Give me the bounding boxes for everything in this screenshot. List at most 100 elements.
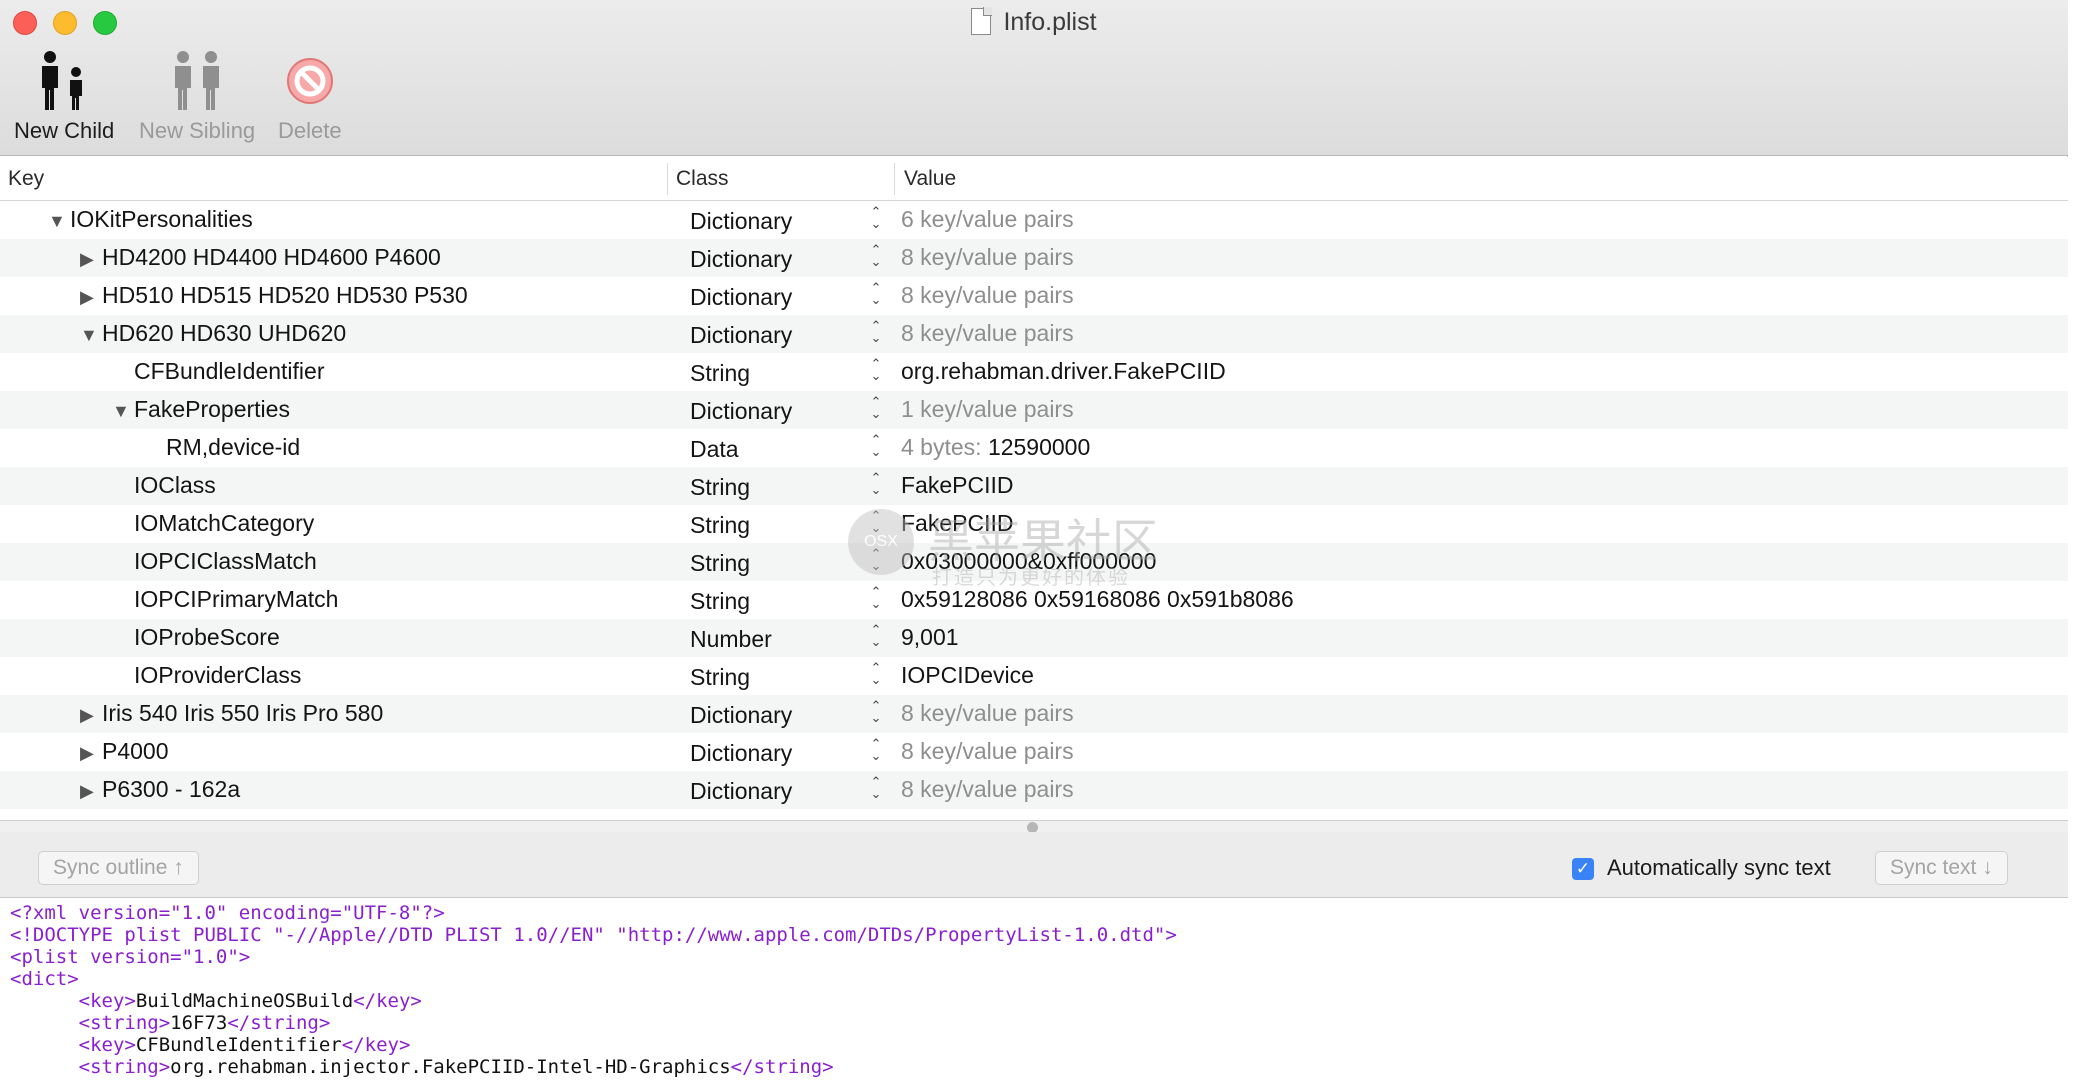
auto-sync-checkbox[interactable]: ✓ xyxy=(1572,858,1594,880)
row-class[interactable]: Dictionary xyxy=(690,246,792,273)
row-value[interactable]: 8 key/value pairs xyxy=(901,244,1074,271)
class-popup-chevron-icon[interactable]: ⌃ ⌄ xyxy=(868,205,884,234)
outline-row[interactable]: IOPCIPrimaryMatch String ⌃ ⌄ 0x59128086 0x59… xyxy=(0,581,2068,619)
delete-button[interactable]: Delete xyxy=(278,50,342,144)
row-class[interactable]: Dictionary xyxy=(690,322,792,349)
class-popup-chevron-icon[interactable]: ⌃ ⌄ xyxy=(868,775,884,804)
row-key[interactable]: CFBundleIdentifier xyxy=(112,358,325,385)
value-column-header[interactable]: Value xyxy=(904,167,956,191)
row-class[interactable]: Dictionary xyxy=(690,208,792,235)
row-class[interactable]: Dictionary xyxy=(690,702,792,729)
new-sibling-button[interactable]: New Sibling xyxy=(139,50,255,144)
row-key[interactable]: ▶ Iris 540 Iris 550 Iris Pro 580 xyxy=(80,700,383,727)
row-value[interactable]: 8 key/value pairs xyxy=(901,700,1074,727)
row-key[interactable]: IOProbeScore xyxy=(112,624,280,651)
outline-row[interactable]: ▶ Iris 540 Iris 550 Iris Pro 580 Dictionar… xyxy=(0,695,2068,733)
disclosure-collapsed-icon[interactable]: ▶ xyxy=(80,781,102,802)
column-divider[interactable] xyxy=(894,163,895,195)
row-key[interactable]: IOProviderClass xyxy=(112,662,301,689)
row-key[interactable]: ▶ P4000 xyxy=(80,738,169,765)
class-popup-chevron-icon[interactable]: ⌃ ⌄ xyxy=(868,585,884,614)
class-popup-chevron-icon[interactable]: ⌃ ⌄ xyxy=(868,357,884,386)
class-popup-chevron-icon[interactable]: ⌃ ⌄ xyxy=(868,281,884,310)
key-column-header[interactable]: Key xyxy=(8,167,44,191)
row-class[interactable]: Dictionary xyxy=(690,740,792,767)
auto-sync-label[interactable]: Automatically sync text xyxy=(1607,855,1831,881)
outline-row[interactable]: CFBundleIdentifier String ⌃ ⌄ org.rehabman.d… xyxy=(0,353,2068,391)
class-popup-chevron-icon[interactable]: ⌃ ⌄ xyxy=(868,319,884,348)
sync-text-button[interactable]: Sync text ↓ xyxy=(1875,851,2008,885)
row-key[interactable]: IOPCIClassMatch xyxy=(112,548,317,575)
outline-row[interactable]: ▶ P6300 - 162a Dictionary ⌃ ⌄ 8 key/value pai… xyxy=(0,771,2068,809)
outline-row[interactable]: RM,device-id Data ⌃ ⌄ 4 bytes: 12590000 xyxy=(0,429,2068,467)
class-popup-chevron-icon[interactable]: ⌃ ⌄ xyxy=(868,623,884,652)
outline-row[interactable]: IOMatchCategory String ⌃ ⌄ FakePCIID xyxy=(0,505,2068,543)
row-value[interactable]: FakePCIID xyxy=(901,510,1013,537)
disclosure-expanded-icon[interactable]: ▼ xyxy=(48,211,70,232)
row-key[interactable]: IOClass xyxy=(112,472,216,499)
outline-row[interactable]: IOPCIClassMatch String ⌃ ⌄ 0x03000000&0xff00… xyxy=(0,543,2068,581)
row-class[interactable]: Dictionary xyxy=(690,398,792,425)
row-key[interactable]: ▼ HD620 HD630 UHD620 xyxy=(80,320,346,347)
row-value[interactable]: FakePCIID xyxy=(901,472,1013,499)
row-key[interactable]: ▼ FakeProperties xyxy=(112,396,290,423)
row-value[interactable]: 0x59128086 0x59168086 0x591b8086 xyxy=(901,586,1294,613)
row-key[interactable]: ▶ P6300 - 162a xyxy=(80,776,240,803)
outline-row[interactable]: IOProbeScore Number ⌃ ⌄ 9,001 xyxy=(0,619,2068,657)
row-value[interactable]: 8 key/value pairs xyxy=(901,282,1074,309)
disclosure-collapsed-icon[interactable]: ▶ xyxy=(80,743,102,764)
outline-row[interactable]: IOClass String ⌃ ⌄ FakePCIID xyxy=(0,467,2068,505)
class-popup-chevron-icon[interactable]: ⌃ ⌄ xyxy=(868,661,884,690)
row-value[interactable]: 8 key/value pairs xyxy=(901,738,1074,765)
row-class[interactable]: String xyxy=(690,664,750,691)
outline-row[interactable]: ▶ HD510 HD515 HD520 HD530 P530 Dictionary ⌃… xyxy=(0,277,2068,315)
split-view-divider[interactable] xyxy=(0,820,2068,833)
class-popup-chevron-icon[interactable]: ⌃ ⌄ xyxy=(868,243,884,272)
outline-row[interactable]: ▼ IOKitPersonalities Dictionary ⌃ ⌄ 6 key/val… xyxy=(0,201,2068,239)
row-value[interactable]: IOPCIDevice xyxy=(901,662,1034,689)
outline-row[interactable]: ▶ P4000 Dictionary ⌃ ⌄ 8 key/value pairs xyxy=(0,733,2068,771)
row-key[interactable]: ▼ IOKitPersonalities xyxy=(48,206,253,233)
disclosure-collapsed-icon[interactable]: ▶ xyxy=(80,287,102,308)
class-popup-chevron-icon[interactable]: ⌃ ⌄ xyxy=(868,699,884,728)
disclosure-collapsed-icon[interactable]: ▶ xyxy=(80,249,102,270)
row-value[interactable]: 4 bytes: 12590000 xyxy=(901,434,1090,461)
class-popup-chevron-icon[interactable]: ⌃ ⌄ xyxy=(868,395,884,424)
column-divider[interactable] xyxy=(667,163,668,195)
row-class[interactable]: Dictionary xyxy=(690,284,792,311)
class-column-header[interactable]: Class xyxy=(676,167,729,191)
class-popup-chevron-icon[interactable]: ⌃ ⌄ xyxy=(868,737,884,766)
outline-row[interactable]: ▼ FakeProperties Dictionary ⌃ ⌄ 1 key/value p… xyxy=(0,391,2068,429)
row-key[interactable]: ▶ HD4200 HD4400 HD4600 P4600 xyxy=(80,244,441,271)
row-key[interactable]: ▶ HD510 HD515 HD520 HD530 P530 xyxy=(80,282,468,309)
row-class[interactable]: String xyxy=(690,550,750,577)
row-value[interactable]: org.rehabman.driver.FakePCIID xyxy=(901,358,1226,385)
xml-text-editor[interactable]: <?xml version="1.0" encoding="UTF-8"?> <!… xyxy=(0,898,2068,1087)
row-value[interactable]: 8 key/value pairs xyxy=(901,320,1074,347)
outline-row[interactable]: ▼ HD620 HD630 UHD620 Dictionary ⌃ ⌄ 8 key/val… xyxy=(0,315,2068,353)
row-key[interactable]: IOPCIPrimaryMatch xyxy=(112,586,338,613)
class-popup-chevron-icon[interactable]: ⌃ ⌄ xyxy=(868,509,884,538)
row-class[interactable]: String xyxy=(690,588,750,615)
row-class[interactable]: String xyxy=(690,474,750,501)
row-key[interactable]: IOMatchCategory xyxy=(112,510,314,537)
outline-row[interactable]: ▶ HD4200 HD4400 HD4600 P4600 Dictionary ⌃ ⌄ 8… xyxy=(0,239,2068,277)
outline-row[interactable]: IOProviderClass String ⌃ ⌄ IOPCIDevice xyxy=(0,657,2068,695)
row-value[interactable]: 0x03000000&0xff000000 xyxy=(901,548,1156,575)
disclosure-expanded-icon[interactable]: ▼ xyxy=(80,325,102,346)
disclosure-expanded-icon[interactable]: ▼ xyxy=(112,401,134,422)
row-value[interactable]: 1 key/value pairs xyxy=(901,396,1074,423)
disclosure-collapsed-icon[interactable]: ▶ xyxy=(80,705,102,726)
row-value[interactable]: 9,001 xyxy=(901,624,959,651)
row-class[interactable]: Dictionary xyxy=(690,778,792,805)
new-child-button[interactable]: New Child xyxy=(14,50,114,144)
row-class[interactable]: String xyxy=(690,360,750,387)
class-popup-chevron-icon[interactable]: ⌃ ⌄ xyxy=(868,547,884,576)
row-class[interactable]: Number xyxy=(690,626,772,653)
row-key[interactable]: RM,device-id xyxy=(144,434,300,461)
row-value[interactable]: 6 key/value pairs xyxy=(901,206,1074,233)
sync-outline-button[interactable]: Sync outline ↑ xyxy=(38,851,199,885)
row-class[interactable]: String xyxy=(690,512,750,539)
class-popup-chevron-icon[interactable]: ⌃ ⌄ xyxy=(868,471,884,500)
class-popup-chevron-icon[interactable]: ⌃ ⌄ xyxy=(868,433,884,462)
